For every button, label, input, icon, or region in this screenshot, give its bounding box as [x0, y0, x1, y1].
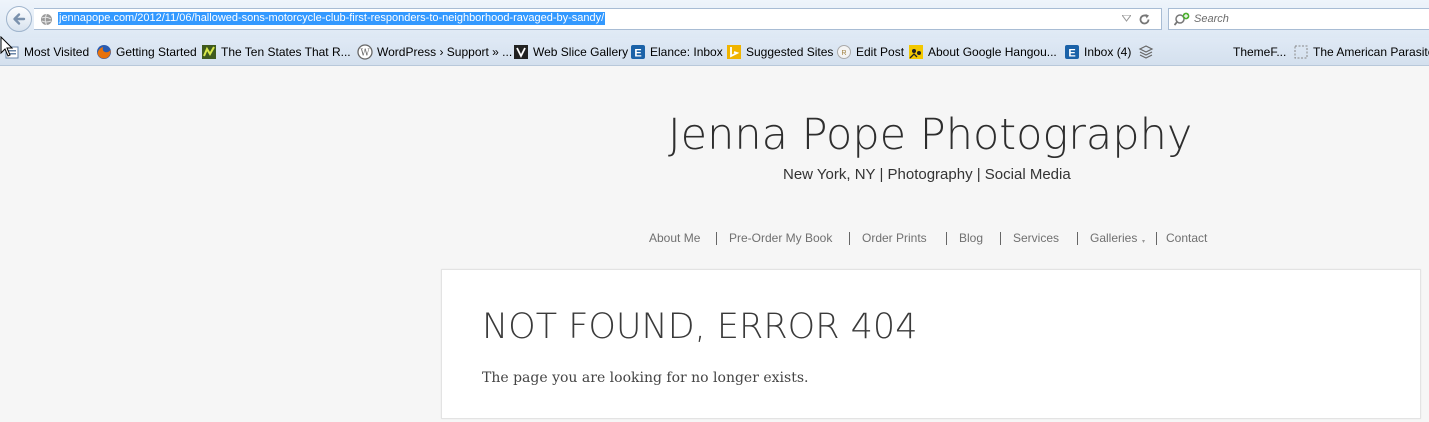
galleries-caret-icon[interactable]: ▾: [1142, 238, 1145, 245]
nav-about-me[interactable]: About Me: [649, 231, 700, 245]
site-title[interactable]: Jenna Pope Photography: [668, 108, 1192, 162]
search-input[interactable]: [1194, 11, 1424, 27]
nav-blog[interactable]: Blog: [959, 231, 983, 245]
blank-page-icon: [1294, 45, 1308, 59]
edit-post-icon: R: [837, 45, 851, 59]
bookmarks-toolbar: Most Visited Getting Started The Ten Sta…: [0, 38, 1429, 66]
globe-icon: [41, 13, 52, 26]
nav-order-prints[interactable]: Order Prints: [862, 231, 927, 245]
search-engine-icon[interactable]: [1174, 12, 1190, 26]
nav-separator: [1077, 232, 1078, 245]
url-text[interactable]: jennapope.com/2012/11/06/hallowed-sons-m…: [58, 12, 606, 25]
web-slice-icon: [514, 45, 528, 59]
nav-separator: [1156, 232, 1157, 245]
error-message: The page you are looking for no longer e…: [482, 370, 809, 386]
reload-icon[interactable]: [1138, 13, 1151, 26]
error-heading: NOT FOUND, ERROR 404: [482, 307, 918, 347]
svg-text:E: E: [634, 48, 641, 60]
layers-icon: [1138, 45, 1154, 59]
svg-text:R: R: [841, 50, 846, 57]
site-favicon: [202, 45, 216, 59]
site-tagline: New York, NY | Photography | Social Medi…: [783, 166, 1071, 183]
nav-galleries[interactable]: Galleries: [1090, 231, 1137, 245]
url-bar[interactable]: jennapope.com/2012/11/06/hallowed-sons-m…: [34, 8, 1162, 30]
bing-icon: [727, 45, 741, 59]
search-bar[interactable]: [1168, 8, 1429, 30]
nav-separator: [849, 232, 850, 245]
svg-text:W: W: [360, 49, 370, 59]
chevron-down-icon[interactable]: [1122, 15, 1131, 22]
elance-icon: E: [631, 45, 645, 60]
firefox-icon: [97, 45, 111, 59]
nav-separator: [716, 232, 717, 245]
nav-pre-order-my-book[interactable]: Pre-Order My Book: [729, 231, 832, 245]
back-arrow-icon: [13, 13, 26, 25]
back-button[interactable]: [6, 6, 32, 32]
nav-separator: [1000, 232, 1001, 245]
wordpress-icon: W: [357, 44, 373, 60]
mouse-cursor-icon: [0, 36, 14, 57]
nav-separator: [946, 232, 947, 245]
browser-toolbar: jennapope.com/2012/11/06/hallowed-sons-m…: [0, 0, 1429, 38]
hangouts-icon: [909, 45, 923, 59]
elance-icon: E: [1065, 45, 1079, 60]
content-panel: NOT FOUND, ERROR 404 The page you are lo…: [441, 269, 1421, 419]
nav-services[interactable]: Services: [1013, 231, 1059, 245]
svg-text:E: E: [1068, 48, 1075, 60]
nav-contact[interactable]: Contact: [1166, 231, 1207, 245]
